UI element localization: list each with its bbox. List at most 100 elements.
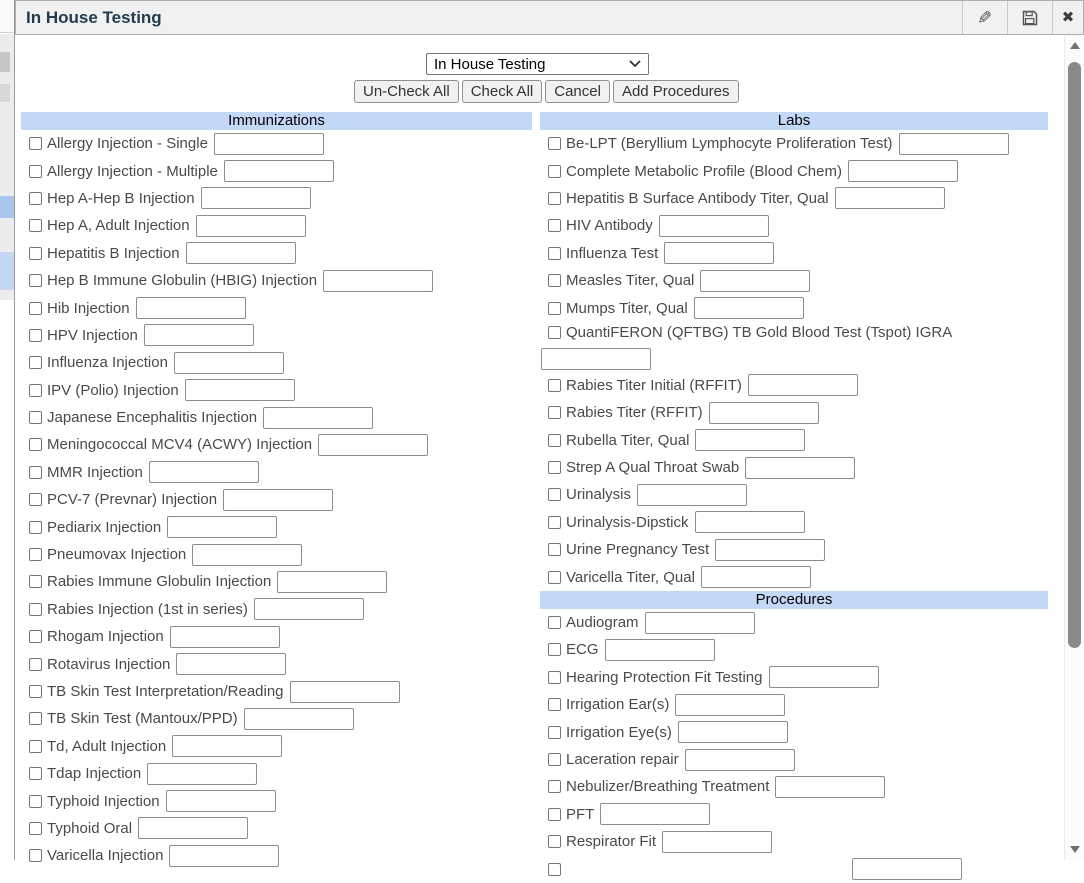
item-checkbox[interactable] xyxy=(548,835,561,848)
item-value-input[interactable] xyxy=(174,352,284,374)
item-checkbox[interactable] xyxy=(29,137,42,150)
item-checkbox[interactable] xyxy=(29,466,42,479)
item-checkbox[interactable] xyxy=(29,767,42,780)
item-checkbox[interactable] xyxy=(548,543,561,556)
item-checkbox[interactable] xyxy=(548,192,561,205)
item-checkbox[interactable] xyxy=(548,274,561,287)
item-value-input[interactable] xyxy=(167,516,277,538)
item-value-input[interactable] xyxy=(899,133,1009,155)
item-value-input[interactable] xyxy=(695,429,805,451)
item-value-input[interactable] xyxy=(637,484,747,506)
item-checkbox[interactable] xyxy=(29,384,42,397)
item-value-input[interactable] xyxy=(149,461,259,483)
item-value-input[interactable] xyxy=(185,379,295,401)
item-value-input[interactable] xyxy=(769,666,879,688)
item-value-input[interactable] xyxy=(675,694,785,716)
item-value-input[interactable] xyxy=(700,270,810,292)
item-checkbox[interactable] xyxy=(29,192,42,205)
close-button[interactable]: ✖ xyxy=(1052,1,1083,34)
item-value-input[interactable] xyxy=(645,612,755,634)
item-value-input[interactable] xyxy=(748,374,858,396)
item-checkbox[interactable] xyxy=(548,643,561,656)
item-checkbox[interactable] xyxy=(548,698,561,711)
item-value-input[interactable] xyxy=(662,831,772,853)
item-value-input[interactable] xyxy=(136,297,246,319)
item-checkbox[interactable] xyxy=(548,571,561,584)
item-value-input[interactable] xyxy=(323,270,433,292)
item-checkbox[interactable] xyxy=(29,493,42,506)
item-checkbox[interactable] xyxy=(29,438,42,451)
item-value-input[interactable] xyxy=(318,434,428,456)
item-checkbox[interactable] xyxy=(29,795,42,808)
item-value-input[interactable] xyxy=(541,348,651,370)
item-checkbox[interactable] xyxy=(548,326,561,339)
vertical-scrollbar[interactable] xyxy=(1064,35,1084,860)
item-checkbox[interactable] xyxy=(29,411,42,424)
item-value-input[interactable] xyxy=(685,749,795,771)
item-value-input[interactable] xyxy=(678,721,788,743)
item-value-input[interactable] xyxy=(694,297,804,319)
item-value-input[interactable] xyxy=(709,402,819,424)
item-value-input[interactable] xyxy=(745,457,855,479)
item-checkbox[interactable] xyxy=(548,726,561,739)
item-checkbox[interactable] xyxy=(29,603,42,616)
item-checkbox[interactable] xyxy=(548,434,561,447)
item-checkbox[interactable] xyxy=(29,849,42,862)
item-checkbox[interactable] xyxy=(548,137,561,150)
item-value-input[interactable] xyxy=(166,790,276,812)
item-value-input[interactable] xyxy=(701,566,811,588)
item-checkbox[interactable] xyxy=(548,753,561,766)
item-checkbox[interactable] xyxy=(29,630,42,643)
item-checkbox[interactable] xyxy=(548,516,561,529)
item-checkbox[interactable] xyxy=(29,302,42,315)
item-value-input[interactable] xyxy=(244,708,354,730)
un-check-all-button[interactable]: Un-Check All xyxy=(354,80,459,103)
item-value-input[interactable] xyxy=(715,539,825,561)
item-checkbox[interactable] xyxy=(548,671,561,684)
item-value-input[interactable] xyxy=(223,489,333,511)
item-value-input[interactable] xyxy=(277,571,387,593)
item-value-input[interactable] xyxy=(664,242,774,264)
item-checkbox[interactable] xyxy=(29,247,42,260)
item-value-input[interactable] xyxy=(192,544,302,566)
item-value-input[interactable] xyxy=(605,639,715,661)
item-value-input[interactable] xyxy=(835,187,945,209)
item-checkbox[interactable] xyxy=(29,274,42,287)
item-value-input[interactable] xyxy=(186,242,296,264)
item-checkbox[interactable] xyxy=(29,685,42,698)
item-checkbox[interactable] xyxy=(548,406,561,419)
item-checkbox[interactable] xyxy=(548,616,561,629)
item-value-input[interactable] xyxy=(254,598,364,620)
item-checkbox[interactable] xyxy=(29,575,42,588)
item-checkbox[interactable] xyxy=(548,165,561,178)
item-value-input[interactable] xyxy=(659,215,769,237)
cancel-button[interactable]: Cancel xyxy=(545,80,610,103)
item-value-input[interactable] xyxy=(848,160,958,182)
item-value-input[interactable] xyxy=(176,653,286,675)
item-checkbox[interactable] xyxy=(548,780,561,793)
item-value-input[interactable] xyxy=(290,681,400,703)
item-value-input[interactable] xyxy=(144,324,254,346)
item-checkbox[interactable] xyxy=(548,461,561,474)
item-checkbox[interactable] xyxy=(548,863,561,876)
item-value-input[interactable] xyxy=(138,817,248,839)
item-checkbox[interactable] xyxy=(29,712,42,725)
save-button[interactable] xyxy=(1007,1,1052,34)
item-checkbox[interactable] xyxy=(29,521,42,534)
item-value-input[interactable] xyxy=(263,407,373,429)
item-checkbox[interactable] xyxy=(29,548,42,561)
item-checkbox[interactable] xyxy=(548,808,561,821)
item-checkbox[interactable] xyxy=(548,488,561,501)
item-value-input[interactable] xyxy=(600,803,710,825)
item-value-input[interactable] xyxy=(196,215,306,237)
item-checkbox[interactable] xyxy=(29,658,42,671)
item-value-input[interactable] xyxy=(775,776,885,798)
item-checkbox[interactable] xyxy=(548,247,561,260)
item-value-input[interactable] xyxy=(852,858,962,880)
scrollbar-thumb[interactable] xyxy=(1068,62,1081,648)
item-value-input[interactable] xyxy=(214,133,324,155)
item-value-input[interactable] xyxy=(201,187,311,209)
item-checkbox[interactable] xyxy=(548,379,561,392)
item-checkbox[interactable] xyxy=(29,165,42,178)
edit-button[interactable]: ✎ xyxy=(962,1,1007,34)
